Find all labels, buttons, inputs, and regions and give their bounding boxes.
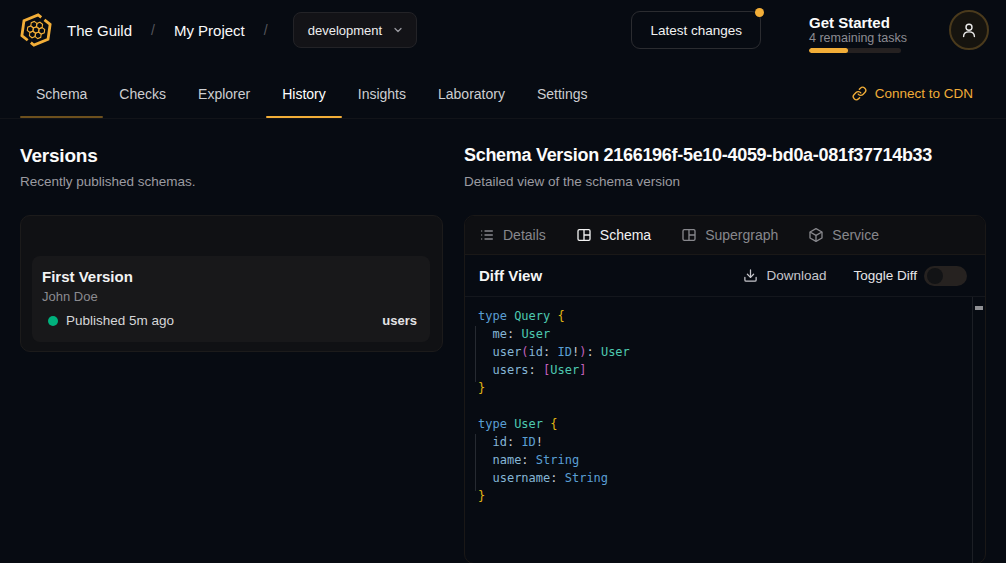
code-line: } xyxy=(478,487,971,505)
panel-tab-details[interactable]: Details xyxy=(479,227,546,243)
version-item[interactable]: First Version John Doe Published 5m ago … xyxy=(32,256,430,342)
main-nav: Schema Checks Explorer History Insights Labor… xyxy=(0,60,1006,119)
schema-version-subtitle: Detailed view of the schema version xyxy=(464,174,680,189)
environment-dropdown-value: development xyxy=(308,23,382,38)
code-line: username: String xyxy=(478,469,971,487)
panel-tab-schema[interactable]: Schema xyxy=(576,227,651,243)
panel-tab-label: Service xyxy=(832,227,879,243)
version-author: John Doe xyxy=(42,289,417,304)
code-scrollbar-thumb[interactable] xyxy=(975,306,983,310)
project-name[interactable]: My Project xyxy=(174,22,245,39)
versions-list-card: First Version John Doe Published 5m ago … xyxy=(20,215,443,352)
code-line: id: ID! xyxy=(478,433,971,451)
nav-tab-label: Schema xyxy=(36,86,87,102)
download-icon xyxy=(743,268,758,283)
diff-view-header: Diff View Download Toggle Diff xyxy=(465,255,985,297)
org-name[interactable]: The Guild xyxy=(67,22,132,39)
schema-code-viewer[interactable]: type Query { me: User user(id: ID!): Use… xyxy=(465,297,985,563)
nav-tab-label: Explorer xyxy=(198,86,250,102)
panel-tab-service[interactable]: Service xyxy=(808,227,879,243)
download-label: Download xyxy=(766,268,826,283)
code-line: type User { xyxy=(478,415,971,433)
nav-tab-underline xyxy=(20,116,103,118)
version-title: First Version xyxy=(42,268,417,285)
panel-tab-label: Details xyxy=(503,227,546,243)
versions-subtitle: Recently published schemas. xyxy=(20,174,196,189)
nav-tab-label: Laboratory xyxy=(438,86,505,102)
download-button[interactable]: Download xyxy=(743,268,826,283)
latest-changes-label: Latest changes xyxy=(650,23,742,38)
nav-tab-label: Settings xyxy=(537,86,588,102)
notification-dot xyxy=(755,8,764,17)
chevron-down-icon xyxy=(392,24,404,36)
nav-tab-label: Checks xyxy=(119,86,166,102)
schema-version-title: Schema Version 2166196f-5e10-4059-bd0a-0… xyxy=(464,145,932,166)
indent-guide xyxy=(475,434,476,491)
diff-view-title: Diff View xyxy=(479,267,542,284)
version-status: Published 5m ago xyxy=(66,313,174,328)
toggle-knob xyxy=(927,268,943,284)
nav-tab-label: History xyxy=(282,86,326,102)
schema-version-panel: Details Schema Supergraph Service Diff View… xyxy=(464,215,986,563)
get-started-subtitle: 4 remaining tasks xyxy=(809,31,901,45)
code-scrollbar[interactable] xyxy=(972,297,985,563)
nav-tab-label: Insights xyxy=(358,86,406,102)
versions-title: Versions xyxy=(20,145,98,167)
toggle-diff-switch[interactable] xyxy=(924,266,967,286)
get-started-widget[interactable]: Get Started 4 remaining tasks xyxy=(809,14,901,53)
code-line: user(id: ID!): User xyxy=(478,343,971,361)
latest-changes-button[interactable]: Latest changes xyxy=(631,11,761,49)
panel-tabs: Details Schema Supergraph Service xyxy=(465,216,985,255)
nav-tab-insights[interactable]: Insights xyxy=(342,60,422,118)
code-block: type Query { me: User user(id: ID!): Use… xyxy=(478,307,971,505)
nav-tab-explorer[interactable]: Explorer xyxy=(182,60,266,118)
connect-to-cdn-button[interactable]: Connect to CDN xyxy=(852,60,973,118)
breadcrumb-separator: / xyxy=(264,22,268,38)
nav-tab-checks[interactable]: Checks xyxy=(103,60,182,118)
code-line: type Query { xyxy=(478,307,971,325)
environment-dropdown[interactable]: development xyxy=(293,12,417,48)
user-avatar[interactable] xyxy=(949,10,989,50)
connect-to-cdn-label: Connect to CDN xyxy=(875,86,973,101)
user-icon xyxy=(960,21,978,39)
code-line: me: User xyxy=(478,325,971,343)
nav-tab-history[interactable]: History xyxy=(266,60,342,118)
nav-tab-schema[interactable]: Schema xyxy=(20,60,103,118)
top-bar: The Guild / My Project / development Lat… xyxy=(0,0,1006,60)
published-status-dot xyxy=(48,316,58,326)
nav-tab-laboratory[interactable]: Laboratory xyxy=(422,60,521,118)
nav-tab-underline xyxy=(266,116,342,118)
breadcrumb-separator: / xyxy=(151,22,155,38)
columns-icon xyxy=(576,227,592,243)
list-icon xyxy=(479,227,495,243)
indent-guide xyxy=(475,326,476,382)
columns-icon xyxy=(681,227,697,243)
code-line: name: String xyxy=(478,451,971,469)
nav-tab-settings[interactable]: Settings xyxy=(521,60,604,118)
get-started-progress-fill xyxy=(809,48,848,53)
cube-icon xyxy=(808,227,824,243)
nav-tabs: Schema Checks Explorer History Insights Labor… xyxy=(20,60,604,118)
panel-tab-label: Supergraph xyxy=(705,227,778,243)
get-started-progress xyxy=(809,48,901,53)
panel-tab-label: Schema xyxy=(600,227,651,243)
toggle-diff-label: Toggle Diff xyxy=(853,268,917,283)
hive-logo[interactable] xyxy=(18,12,54,48)
get-started-title: Get Started xyxy=(809,14,901,31)
link-icon xyxy=(852,86,867,101)
version-service-name: users xyxy=(382,313,417,328)
code-line: users: [User] xyxy=(478,361,971,379)
code-line xyxy=(478,397,971,415)
panel-tab-supergraph[interactable]: Supergraph xyxy=(681,227,778,243)
code-line: } xyxy=(478,379,971,397)
